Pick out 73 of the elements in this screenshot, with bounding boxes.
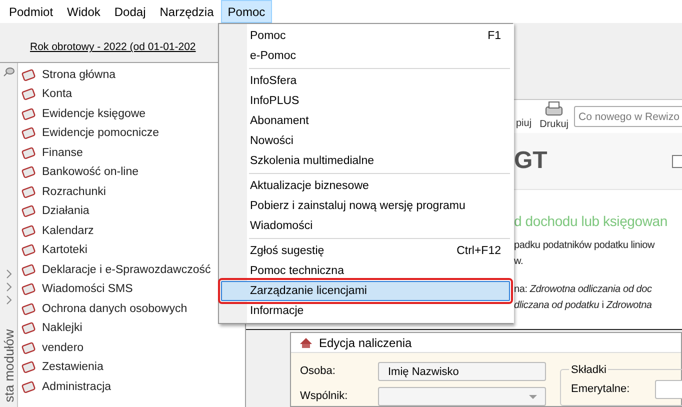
module-item[interactable]: Ochrona danych osobowych xyxy=(42,302,188,316)
module-item[interactable]: Strona główna xyxy=(42,68,116,82)
module-item[interactable]: Działania xyxy=(42,204,90,218)
menu-item[interactable]: Widok xyxy=(60,0,108,23)
module-icon xyxy=(21,106,37,121)
toolbar-button[interactable]: piuj xyxy=(516,116,532,131)
module-item[interactable]: Ewidencje pomocnicze xyxy=(42,126,159,140)
menu-entry[interactable]: Nowości xyxy=(221,131,510,151)
module-icon xyxy=(21,321,37,336)
menu-item[interactable]: Narzędzia xyxy=(152,0,221,23)
field-label: Emerytalne: xyxy=(571,382,631,398)
menu-entry[interactable]: Zgłoś sugestię Ctrl+F12 xyxy=(221,241,510,261)
menu-entry[interactable]: Szkolenia multimedialne xyxy=(221,151,510,171)
menu-item[interactable]: Dodaj xyxy=(107,0,153,23)
dropdown-field[interactable] xyxy=(378,387,546,406)
period-tab[interactable]: Rok obrotowy - 2022 (od 01-01-202 xyxy=(30,40,196,56)
menu-entry[interactable]: Wiadomości xyxy=(221,216,510,236)
module-icon xyxy=(21,262,37,277)
module-item[interactable]: Zestawienia xyxy=(42,360,104,374)
menu-entry[interactable]: Pomoc techniczna xyxy=(221,261,510,281)
module-icon xyxy=(21,146,37,160)
field-label: Osoba: xyxy=(300,364,336,380)
menu-entry[interactable]: InfoSfera xyxy=(221,71,510,91)
dialog-icon xyxy=(299,336,313,348)
module-item[interactable]: vendero xyxy=(42,340,84,355)
menu-item[interactable]: Podmiot xyxy=(2,0,60,23)
module-item[interactable]: Administracja xyxy=(42,380,112,394)
module-item[interactable]: Finanse xyxy=(42,146,83,160)
module-icon xyxy=(21,165,37,180)
module-icon xyxy=(21,243,37,258)
module-item[interactable]: Deklaracje i e-Sprawozdawczość xyxy=(42,262,211,277)
module-icon xyxy=(21,302,37,316)
menu-item[interactable]: Pomoc xyxy=(220,0,272,23)
paragraph-line: padku podatników podatku liniow xyxy=(514,239,656,253)
paragraph-line: na: Zdrowotna odliczania od doc xyxy=(514,283,653,297)
page-title: GT xyxy=(514,147,548,175)
menu-entry[interactable]: e-Pomoc xyxy=(221,46,510,66)
module-item[interactable]: Ewidencje księgowe xyxy=(42,106,146,121)
menu-entry[interactable]: Informacje xyxy=(221,301,510,321)
checkbox[interactable] xyxy=(672,154,682,168)
menu-entry[interactable]: Abonament xyxy=(221,111,510,131)
menu-entry[interactable]: Pobierz i zainstaluj nową wersję programu xyxy=(221,196,510,216)
module-icon xyxy=(21,204,37,218)
module-icon xyxy=(21,282,37,296)
print-button[interactable]: Drukuj xyxy=(538,101,570,132)
module-icon xyxy=(21,224,37,238)
module-icon xyxy=(21,360,37,374)
module-item[interactable]: Kalendarz xyxy=(42,224,94,238)
module-icon xyxy=(21,380,37,394)
menu-entry[interactable]: InfoPLUS xyxy=(221,91,510,111)
field-label: Wspólnik: xyxy=(300,389,349,404)
module-icon xyxy=(21,340,37,355)
module-item[interactable]: Naklejki xyxy=(42,321,82,336)
module-icon xyxy=(21,184,37,199)
module-item[interactable]: Konta xyxy=(42,87,72,102)
module-item[interactable]: Wiadomości SMS xyxy=(42,282,133,296)
module-item[interactable]: Bankowość on-line xyxy=(42,165,139,180)
module-item[interactable]: Rozrachunki xyxy=(42,184,106,199)
caret-icon xyxy=(529,394,537,398)
side-panel-label: sta modułów xyxy=(0,328,18,402)
paragraph-line: dliczana od podatku i Zdrowotna xyxy=(514,299,653,313)
dialog-title: Edycja naliczenia xyxy=(319,334,412,352)
text-field[interactable]: Imię Nazwisko xyxy=(378,362,546,381)
module-icon xyxy=(21,126,37,140)
section-heading: d dochodu lub księgowan xyxy=(514,212,668,230)
search-field[interactable]: Co nowego w Rewizo xyxy=(574,106,682,127)
menu-entry[interactable]: Pomoc F1 xyxy=(221,26,510,46)
menu-entry[interactable]: Aktualizacje biznesowe xyxy=(221,176,510,196)
menu-entry[interactable]: Zarządzanie licencjami xyxy=(221,281,510,301)
module-icon xyxy=(21,87,37,102)
module-item[interactable]: Kartoteki xyxy=(42,243,88,258)
module-icon xyxy=(21,68,37,82)
paragraph-line: w. xyxy=(514,255,524,269)
